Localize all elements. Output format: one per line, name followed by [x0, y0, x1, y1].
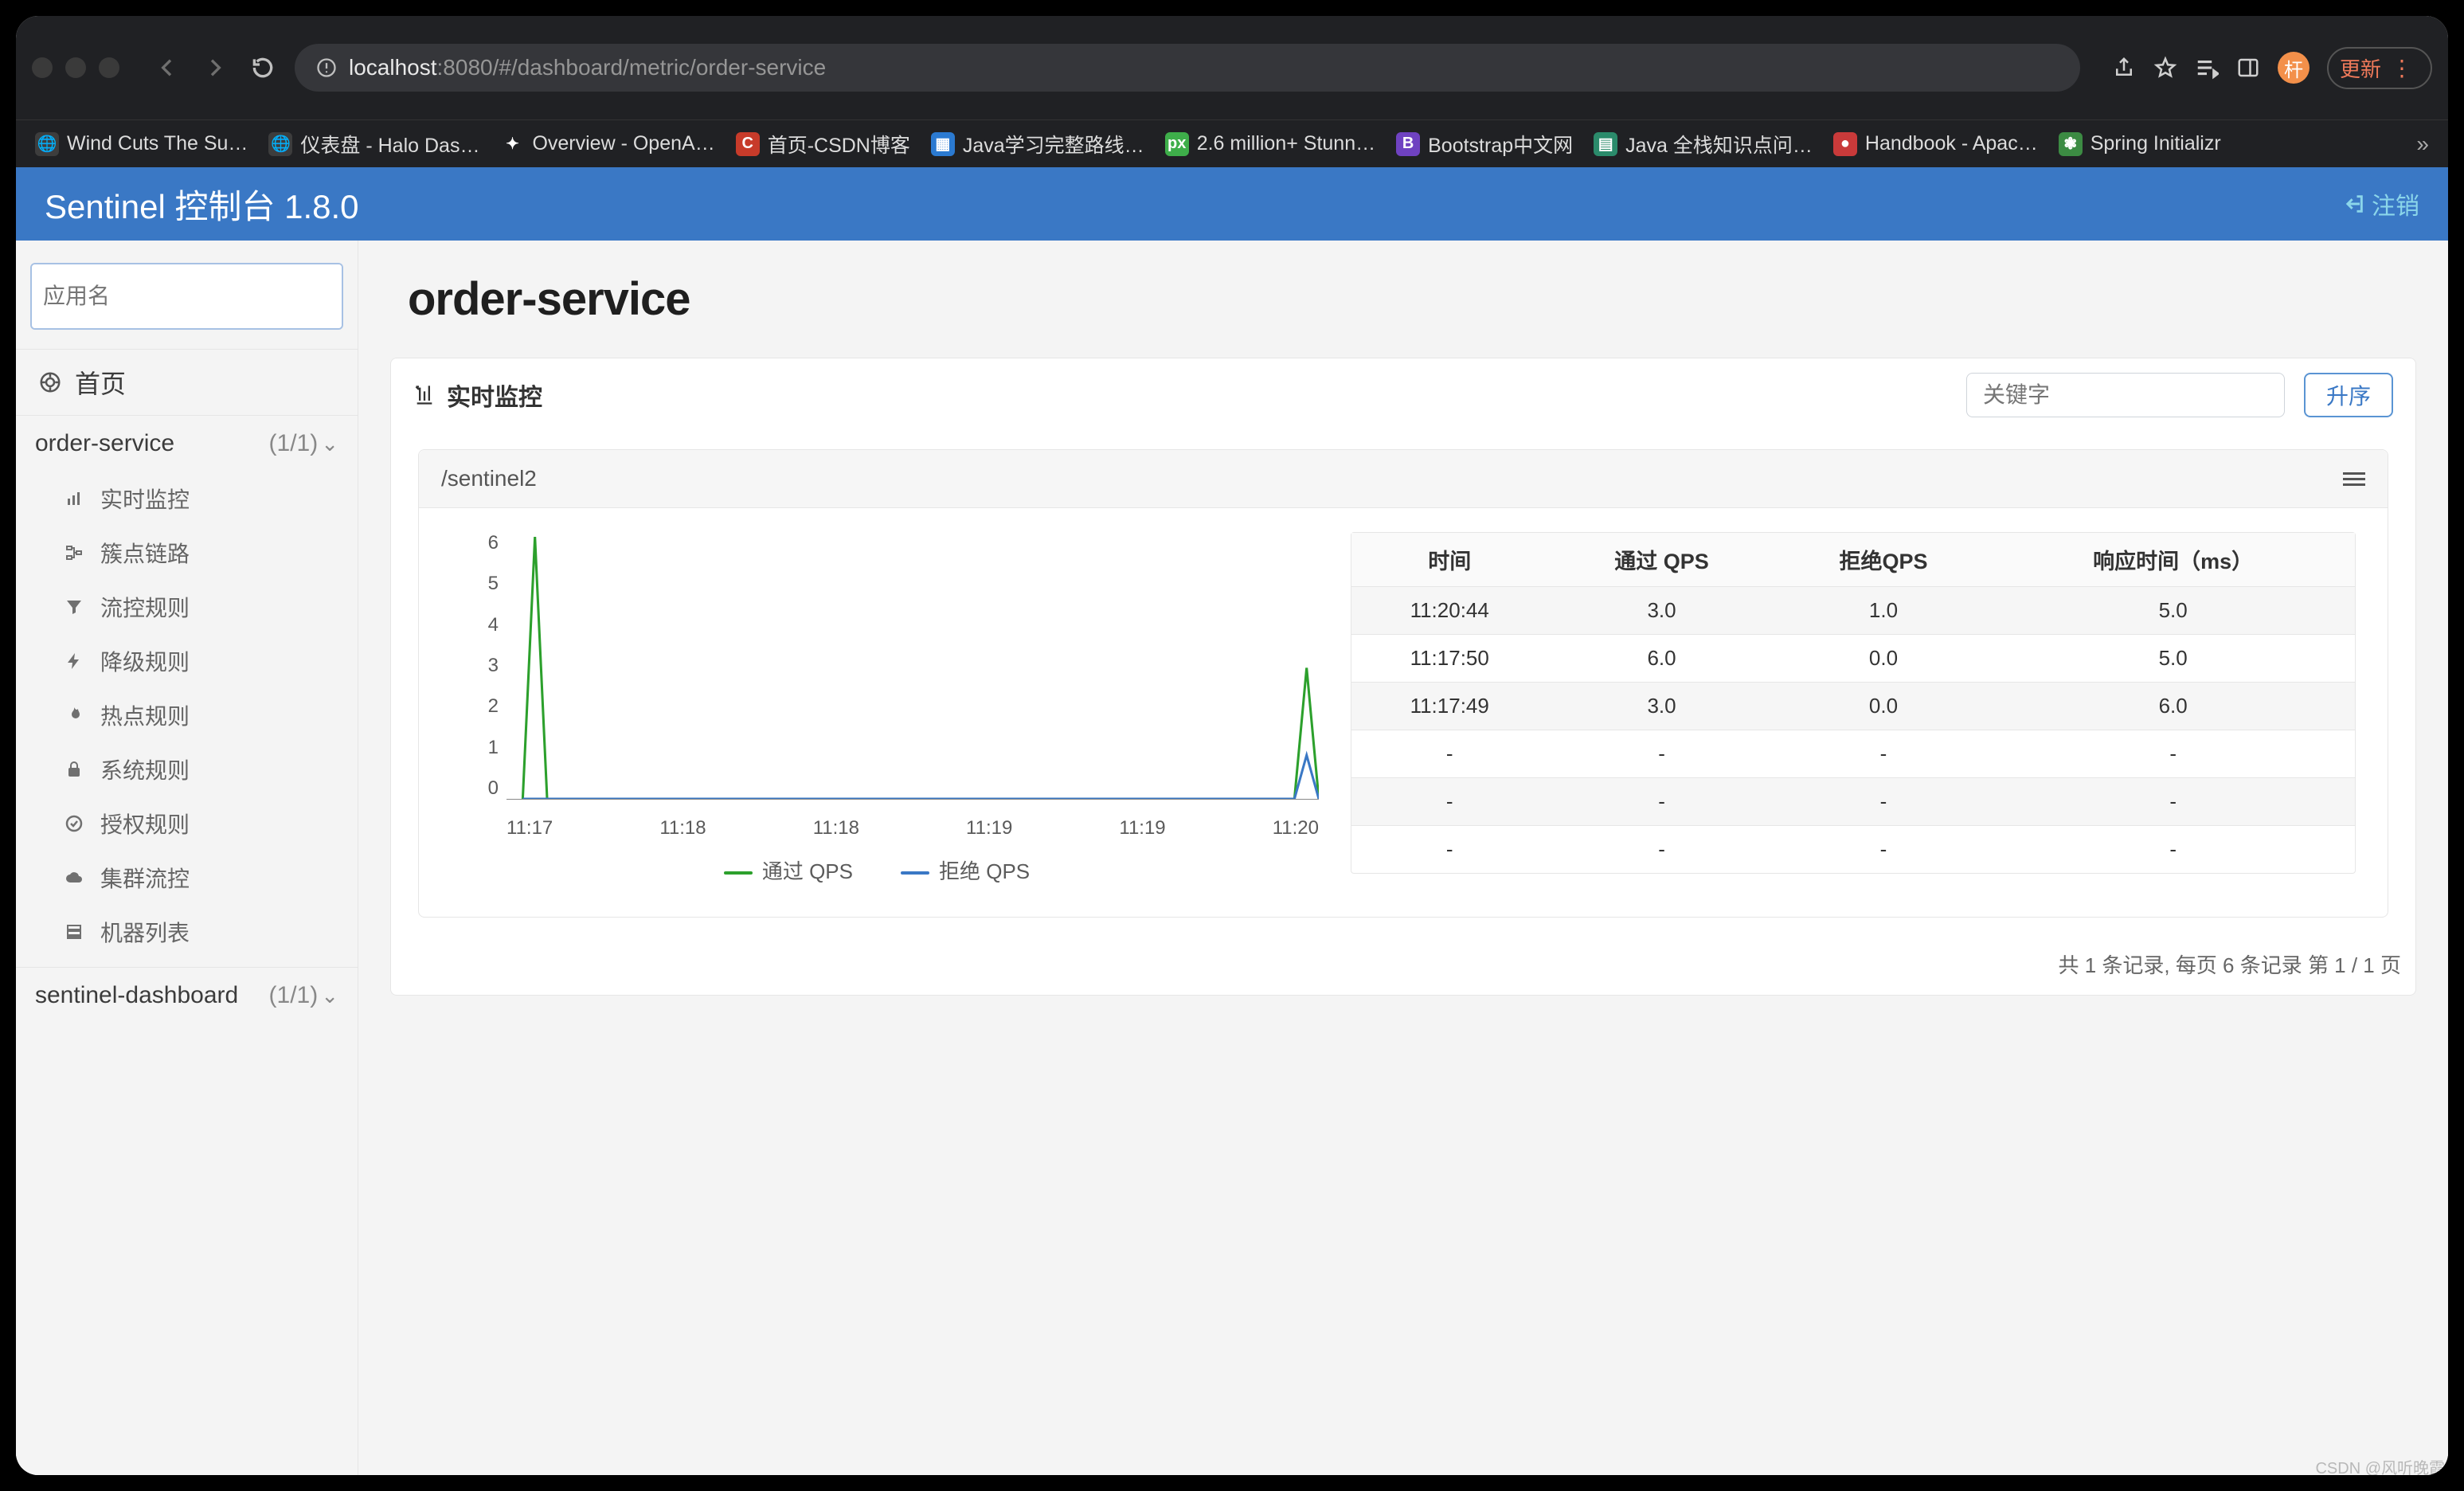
page-title: order-service	[408, 272, 2416, 326]
sidebar-item[interactable]: 簇点链路	[16, 526, 358, 580]
app-search-input[interactable]	[32, 264, 342, 328]
window-controls[interactable]	[32, 57, 119, 78]
app-header: Sentinel 控制台 1.8.0 注销	[16, 167, 2448, 241]
metric-card: /sentinel2 6543210 11:1711:1811:1811:191…	[418, 449, 2388, 918]
sidebar-home[interactable]: 首页	[16, 349, 358, 416]
chevron-down-icon: ⌄	[321, 432, 338, 456]
lock-icon	[62, 760, 86, 779]
metric-table: 时间通过 QPS拒绝QPS响应时间（ms） 11:20:443.01.05.01…	[1351, 532, 2356, 874]
bookmarks-overflow-icon[interactable]: »	[2416, 131, 2429, 157]
sort-button[interactable]: 升序	[2304, 373, 2393, 417]
bookmark-item[interactable]: C首页-CSDN博客	[736, 130, 910, 158]
cloud-icon	[62, 868, 86, 887]
table-header: 时间	[1351, 533, 1547, 587]
browser-chrome: localhost:8080/#/dashboard/metric/order-…	[16, 16, 2448, 119]
table-header: 拒绝QPS	[1776, 533, 1992, 587]
table-row: 11:17:506.00.05.0	[1351, 635, 2355, 683]
bookmark-item[interactable]: 🌐Wind Cuts The Su…	[35, 132, 248, 156]
address-bar[interactable]: localhost:8080/#/dashboard/metric/order-…	[295, 44, 2080, 92]
playlist-icon[interactable]	[2195, 56, 2219, 80]
app-search-button[interactable]: 搜索	[342, 264, 343, 328]
chevron-down-icon: ⌄	[321, 984, 338, 1008]
sidebar-item[interactable]: 授权规则	[16, 796, 358, 851]
chart-legend: 通过 QPS 拒绝 QPS	[435, 835, 1319, 885]
nav-forward-icon[interactable]	[199, 52, 231, 84]
url-path: :8080/#/dashboard/metric/order-service	[437, 55, 827, 80]
content-area: order-service 实时监控 升序	[358, 241, 2448, 1475]
server-list-icon	[62, 922, 86, 941]
bookmark-item[interactable]: ✦Overview - OpenA…	[500, 132, 714, 156]
bookmark-item[interactable]: ❃Spring Initializr	[2059, 132, 2221, 156]
sidebar-item[interactable]: 集群流控	[16, 851, 358, 905]
table-row: ----	[1351, 826, 2355, 873]
realtime-panel: 实时监控 升序 /sentinel2	[390, 358, 2416, 996]
keyword-input[interactable]	[1966, 373, 2285, 417]
bookmark-item[interactable]: ▤Java 全栈知识点问…	[1594, 130, 1813, 158]
star-icon[interactable]	[2153, 56, 2177, 80]
sidebar-item[interactable]: 系统规则	[16, 742, 358, 796]
table-header: 通过 QPS	[1547, 533, 1775, 587]
bookmark-item[interactable]: BBootstrap中文网	[1396, 130, 1573, 158]
sidebar-item[interactable]: 机器列表	[16, 905, 358, 959]
check-circle-icon	[62, 814, 86, 833]
table-row: 11:17:493.00.06.0	[1351, 683, 2355, 730]
sidebar-item[interactable]: 流控规则	[16, 580, 358, 634]
app-search: 搜索	[30, 263, 343, 330]
sidebar-app-order-service[interactable]: order-service (1/1)⌄	[16, 416, 358, 472]
bookmark-item[interactable]: ▦Java学习完整路线…	[931, 130, 1144, 158]
sidebar-app-sentinel-dashboard[interactable]: sentinel-dashboard (1/1)⌄	[16, 967, 358, 1023]
url-host: localhost	[349, 55, 437, 80]
table-row: ----	[1351, 778, 2355, 826]
logout-link[interactable]: 注销	[2343, 186, 2419, 221]
update-button[interactable]: 更新⋮	[2327, 47, 2432, 89]
sidebar-item[interactable]: 降级规则	[16, 634, 358, 688]
bolt-icon	[62, 652, 86, 671]
pagination-info: 共 1 条记录, 每页 6 条记录 第 1 / 1 页	[391, 927, 2415, 995]
list-tree-icon	[62, 543, 86, 562]
fire-icon	[62, 706, 86, 725]
profile-avatar[interactable]: 杆	[2278, 52, 2310, 84]
filter-icon	[62, 597, 86, 616]
nav-back-icon[interactable]	[151, 52, 183, 84]
sidebar-item[interactable]: 热点规则	[16, 688, 358, 742]
bookmarks-bar: 🌐Wind Cuts The Su… 🌐仪表盘 - Halo Das… ✦Overv…	[16, 119, 2448, 167]
sidebar: 搜索 首页 order-service (1/1)⌄ 实时监控簇点链路流控规则降…	[16, 241, 358, 1475]
app-title: Sentinel 控制台 1.8.0	[45, 180, 359, 229]
card-menu-icon[interactable]	[2343, 472, 2365, 486]
panel-icon[interactable]	[2236, 56, 2260, 80]
panel-title: 实时监控	[447, 378, 542, 413]
sidebar-submenu: 实时监控簇点链路流控规则降级规则热点规则系统规则授权规则集群流控机器列表	[16, 472, 358, 967]
metric-chart: 6543210 11:1711:1811:1811:1911:1911:20 通…	[435, 532, 1319, 885]
nav-reload-icon[interactable]	[247, 52, 279, 84]
watermark: CSDN @风听晚霞	[2315, 1455, 2445, 1475]
table-row: ----	[1351, 730, 2355, 778]
resource-name: /sentinel2	[441, 466, 537, 491]
chrome-actions: 杆 更新⋮	[2112, 47, 2432, 89]
chart-bar-icon	[62, 489, 86, 508]
share-icon[interactable]	[2112, 56, 2136, 80]
sidebar-item[interactable]: 实时监控	[16, 472, 358, 526]
table-header: 响应时间（ms）	[1991, 533, 2355, 587]
bookmark-item[interactable]: px2.6 million+ Stunn…	[1165, 132, 1375, 156]
bookmark-item[interactable]: 🌐仪表盘 - Halo Das…	[268, 130, 479, 158]
bookmark-item[interactable]: ●Handbook - Apac…	[1833, 132, 2038, 156]
table-row: 11:20:443.01.05.0	[1351, 587, 2355, 635]
